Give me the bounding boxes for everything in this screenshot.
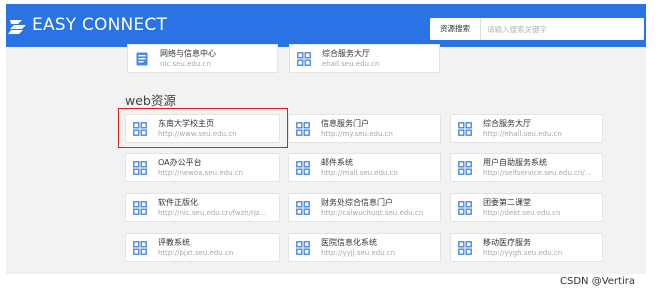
resource-card-title: 东南大学校主页 [158, 119, 214, 128]
easy-connect-logo-icon [8, 20, 26, 34]
resource-card[interactable]: 医院信息化系统 http://yyjj.seu.edu.cn [288, 233, 441, 262]
grid-icon [296, 122, 310, 136]
resource-card-url: http://www.seu.edu.cn [158, 130, 237, 138]
search-scope-button[interactable]: 资源搜索 [430, 18, 481, 40]
resource-card-url: http://yyjj.seu.edu.cn [321, 249, 396, 257]
resource-card[interactable]: 软件正版化 http://nic.seu.edu.cn/fwzn/rjz... [125, 193, 280, 222]
grid-icon [458, 122, 472, 136]
grid-icon [297, 52, 311, 66]
resource-card-url: http://newoa.seu.edu.cn [158, 169, 244, 177]
resource-card[interactable]: OA办公平台 http://newoa.seu.edu.cn [125, 153, 280, 182]
resource-card-title: 信息服务门户 [321, 119, 369, 128]
resource-card-title: 评教系统 [158, 238, 190, 247]
resource-card[interactable]: 评教系统 http://pjxt.seu.edu.cn [125, 233, 280, 262]
resource-card[interactable]: 团委第二课堂 http://dekt.seu.edu.cn [450, 193, 603, 222]
resource-card-title: 团委第二课堂 [483, 198, 531, 207]
resource-card-title: 网络与信息中心 [160, 49, 216, 58]
grid-icon [458, 241, 472, 255]
resource-card-title: 移动医疗服务 [483, 238, 531, 247]
resource-card-title: 邮件系统 [321, 158, 353, 167]
resource-card-title: 综合服务大厅 [483, 119, 531, 128]
resource-card-seu-homepage[interactable]: 东南大学校主页 http://www.seu.edu.cn [125, 114, 280, 143]
resource-card[interactable]: 邮件系统 http://mail.seu.edu.cn [288, 153, 441, 182]
resource-card-url: nic.seu.edu.cn [160, 60, 211, 68]
resource-card-title: 综合服务大厅 [322, 49, 370, 58]
resource-card[interactable]: 用户自助服务系统 http://selfservice.seu.edu.cn/.… [450, 153, 603, 182]
resource-card-url: http://ehall.seu.edu.cn [483, 130, 562, 138]
resource-content-area: 网络与信息中心 nic.seu.edu.cn 综合服务大厅 ehall.seu.… [6, 44, 646, 274]
resource-card-url: http://yygh.seu.edu.cn [483, 249, 563, 257]
search-input[interactable] [485, 21, 637, 37]
resource-card-title: 软件正版化 [158, 198, 198, 207]
resource-card-url: http://dekt.seu.edu.cn [483, 209, 561, 217]
web-resources-heading: web资源 [125, 93, 176, 108]
resource-card-url: http://my.seu.edu.cn [321, 130, 393, 138]
resource-search-box: 资源搜索 [430, 18, 644, 40]
easy-connect-page: EASY CONNECT 资源搜索 网络与信息中心 nic.seu.edu.cn [0, 0, 659, 297]
grid-icon [133, 161, 147, 175]
grid-icon [296, 201, 310, 215]
document-icon [136, 52, 148, 66]
resource-card[interactable]: 财务处综合信息门户 http://caiwuchuqt.seu.edu.cn [288, 193, 441, 222]
resource-card-title: OA办公平台 [158, 158, 202, 167]
resource-card-title: 用户自助服务系统 [483, 158, 547, 167]
resource-card-url: http://nic.seu.edu.cn/fwzn/rjz... [158, 209, 267, 217]
resource-card-url: http://selfservice.seu.edu.cn/... [483, 169, 592, 177]
grid-icon [458, 201, 472, 215]
resource-card-title: 医院信息化系统 [321, 238, 377, 247]
top-header-bar: EASY CONNECT 资源搜索 [6, 4, 646, 47]
resource-card[interactable]: 综合服务大厅 ehall.seu.edu.cn [289, 44, 440, 73]
grid-icon [296, 241, 310, 255]
resource-card-url: http://mail.seu.edu.cn [321, 169, 398, 177]
resource-card-url: ehall.seu.edu.cn [322, 60, 380, 68]
resource-card[interactable]: 移动医疗服务 http://yygh.seu.edu.cn [450, 233, 603, 262]
brand-title: EASY CONNECT [32, 15, 168, 35]
grid-icon [133, 122, 147, 136]
grid-icon [133, 201, 147, 215]
resource-card-url: http://caiwuchuqt.seu.edu.cn [321, 209, 424, 217]
resource-card[interactable]: 网络与信息中心 nic.seu.edu.cn [127, 44, 278, 73]
resource-card-url: http://pjxt.seu.edu.cn [158, 249, 234, 257]
resource-card[interactable]: 综合服务大厅 http://ehall.seu.edu.cn [450, 114, 603, 143]
resource-card-title: 财务处综合信息门户 [321, 198, 393, 207]
grid-icon [296, 161, 310, 175]
resource-card[interactable]: 信息服务门户 http://my.seu.edu.cn [288, 114, 441, 143]
grid-icon [458, 161, 472, 175]
watermark-text: CSDN @Vertira [560, 276, 635, 287]
grid-icon [133, 241, 147, 255]
